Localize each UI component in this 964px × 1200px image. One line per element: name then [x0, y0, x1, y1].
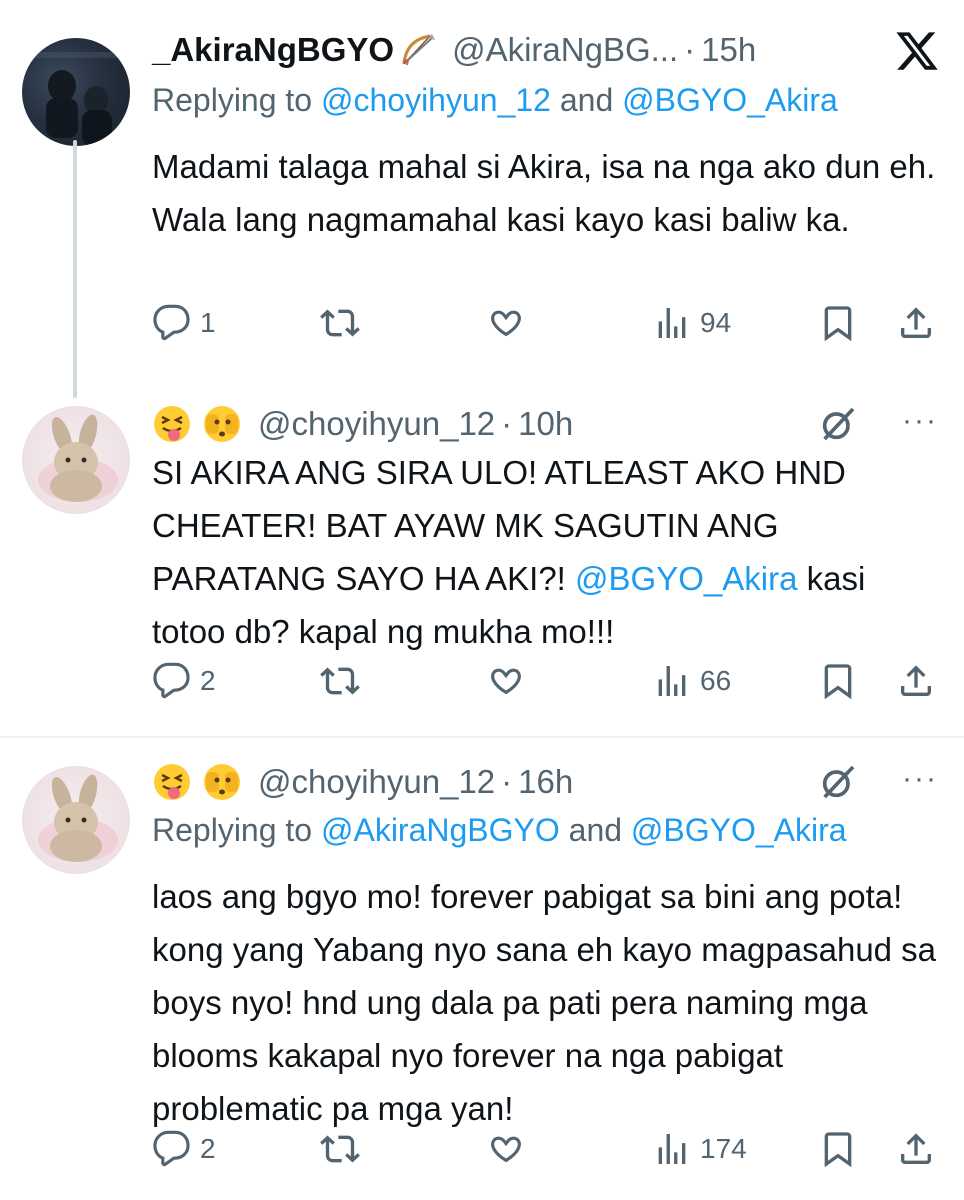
- bookmark-icon: [824, 664, 852, 700]
- share-button[interactable]: [896, 656, 936, 706]
- action-bar: 2 66: [152, 656, 942, 706]
- views-icon: [658, 1134, 686, 1164]
- views-count: 174: [700, 1133, 747, 1164]
- handle[interactable]: @choyihyun_12: [258, 405, 495, 443]
- tongue-emoji: [154, 406, 190, 442]
- retweet-icon: [320, 1135, 360, 1163]
- mention-link[interactable]: @BGYO_Akira: [631, 812, 847, 848]
- retweet-icon: [320, 309, 360, 337]
- retweet-button[interactable]: [320, 656, 360, 706]
- views-icon: [658, 666, 686, 696]
- share-icon: [901, 307, 931, 338]
- bookmark-button[interactable]: [818, 298, 858, 348]
- avatar[interactable]: [22, 38, 130, 146]
- thread-line: [73, 140, 77, 398]
- like-button[interactable]: [486, 298, 526, 348]
- avatar[interactable]: [22, 766, 130, 874]
- bookmark-icon: [824, 1132, 852, 1168]
- reply-button[interactable]: 2: [152, 1124, 216, 1174]
- peeking-emoji: [204, 764, 240, 800]
- mention-link[interactable]: @BGYO_Akira: [575, 560, 797, 597]
- handle[interactable]: @AkiraNgBG...: [452, 31, 678, 69]
- share-button[interactable]: [896, 298, 936, 348]
- tweet-divider: [0, 736, 964, 738]
- replying-to: Replying to @AkiraNgBGYO and @BGYO_Akira: [152, 812, 847, 849]
- display-name[interactable]: _AkiraNgBGYO: [152, 31, 394, 69]
- bow-arrow-emoji: [402, 34, 436, 66]
- mention-link[interactable]: @choyihyun_12: [321, 82, 551, 118]
- separator-dot: ·: [501, 405, 513, 442]
- more-options-button[interactable]: ···: [902, 404, 938, 438]
- share-icon: [901, 665, 931, 696]
- timestamp[interactable]: 15h: [701, 31, 756, 69]
- retweet-icon: [320, 667, 360, 695]
- views-count: 94: [700, 307, 732, 338]
- separator-dot: ·: [501, 763, 513, 800]
- views-button[interactable]: 174: [652, 1124, 747, 1174]
- views-count: 66: [700, 665, 732, 696]
- replying-to-label: Replying to: [152, 812, 321, 848]
- replying-to: Replying to @choyihyun_12 and @BGYO_Akir…: [152, 82, 838, 119]
- tweet-header: _AkiraNgBGYO @AkiraNgBG... · 15h: [152, 26, 944, 74]
- reply-count: 2: [200, 1133, 216, 1164]
- tweet-text: laos ang bgyo mo! forever pabigat sa bin…: [152, 878, 937, 1127]
- reply-icon: [153, 304, 190, 341]
- like-icon: [491, 1136, 521, 1163]
- grok-icon[interactable]: [818, 404, 858, 444]
- more-options-button[interactable]: ···: [902, 762, 938, 796]
- separator-dot: ·: [684, 31, 696, 68]
- tweet-text: SI AKIRA ANG SIRA ULO! ATLEAST AKO HND C…: [152, 446, 942, 658]
- peeking-emoji: [204, 406, 240, 442]
- avatar[interactable]: [22, 406, 130, 514]
- timestamp[interactable]: 10h: [518, 405, 573, 443]
- action-bar: 2 174: [152, 1124, 942, 1174]
- mention-link[interactable]: @BGYO_Akira: [622, 82, 838, 118]
- like-icon: [491, 668, 521, 695]
- retweet-button[interactable]: [320, 1124, 360, 1174]
- bookmark-button[interactable]: [818, 656, 858, 706]
- reply-button[interactable]: 2: [152, 656, 216, 706]
- reply-count: 2: [200, 665, 216, 696]
- views-button[interactable]: 66: [652, 656, 731, 706]
- tongue-emoji: [154, 764, 190, 800]
- bookmark-button[interactable]: [818, 1124, 858, 1174]
- mention-link[interactable]: @AkiraNgBGYO: [321, 812, 560, 848]
- reply-icon: [153, 1130, 190, 1167]
- replying-to-and: and: [550, 82, 623, 118]
- reply-icon: [153, 662, 190, 699]
- replying-to-and: and: [559, 812, 631, 848]
- replying-to-label: Replying to: [152, 82, 321, 118]
- like-button[interactable]: [486, 656, 526, 706]
- action-bar: 1 94: [152, 298, 942, 348]
- views-icon: [658, 308, 686, 338]
- share-icon: [901, 1133, 931, 1164]
- grok-icon[interactable]: [818, 762, 858, 802]
- bookmark-icon: [824, 306, 852, 342]
- timestamp[interactable]: 16h: [518, 763, 573, 801]
- views-button[interactable]: 94: [652, 298, 731, 348]
- like-button[interactable]: [486, 1124, 526, 1174]
- tweet-text: Madami talaga mahal si Akira, isa na nga…: [152, 148, 936, 238]
- retweet-button[interactable]: [320, 298, 360, 348]
- like-icon: [491, 310, 521, 337]
- share-button[interactable]: [896, 1124, 936, 1174]
- reply-count: 1: [200, 307, 216, 338]
- handle[interactable]: @choyihyun_12: [258, 763, 495, 801]
- reply-button[interactable]: 1: [152, 298, 216, 348]
